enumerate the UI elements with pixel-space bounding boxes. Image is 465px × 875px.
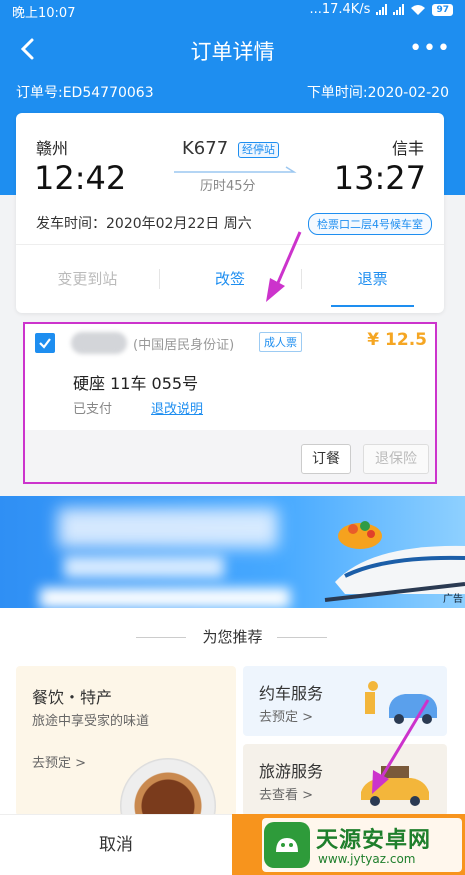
train-number: K677 (182, 138, 229, 159)
divider-right (277, 637, 327, 638)
travel-view-link[interactable]: 去查看 > (259, 784, 313, 803)
check-icon (39, 338, 51, 349)
ticket-card: 赣州 信丰 12:42 13:27 K677 经停站 历时45分 发车时间：20… (16, 113, 444, 313)
signal-icon-2 (393, 4, 405, 15)
status-icons: ...17.4K/s 97 (309, 2, 453, 17)
blurred-text-3 (40, 588, 290, 608)
ticket-type-badge: 成人票 (259, 332, 302, 352)
change-station-button[interactable]: 变更到站 (16, 245, 159, 313)
duration: 历时45分 (200, 179, 256, 194)
blurred-text-2 (64, 556, 224, 578)
passenger-checkbox[interactable] (35, 333, 55, 353)
departure-time: 12:42 (34, 159, 127, 197)
order-meal-button[interactable]: 订餐 (301, 444, 351, 474)
recommend-section: 为您推荐 餐饮・特产 旅途中享受家的味道 去预定 > 约车服务 去预定 > 旅游… (0, 608, 465, 828)
food-book-link[interactable]: 去预定 > (32, 752, 86, 771)
nav-bar: 订单详情 ••• (0, 24, 465, 76)
stops-link[interactable]: 经停站 (238, 142, 279, 158)
page-title: 订单详情 (190, 40, 275, 64)
clock: 晚上10:07 (12, 6, 76, 21)
gate-badge: 检票口二层4号候车室 (308, 213, 432, 235)
payment-status: 已支付 (73, 402, 113, 417)
order-number: 订单号:ED54770063 (16, 85, 154, 101)
car-title: 约车服务 (259, 684, 324, 703)
more-icon[interactable]: ••• (409, 38, 451, 60)
ad-label: 广告 (443, 594, 463, 605)
recommend-title: 为您推荐 (202, 628, 263, 646)
wifi-icon (411, 4, 426, 15)
car-service-card[interactable]: 约车服务 去预定 > (243, 666, 447, 736)
ticket-price: ¥ 12.5 (367, 330, 427, 350)
food-plate-icon (120, 758, 216, 816)
order-date: 下单时间:2020-02-20 (306, 85, 449, 101)
food-title: 餐饮・特产 (32, 688, 113, 707)
id-type: (中国居民身份证) (133, 338, 235, 353)
ad-banner[interactable]: 广告 (0, 496, 465, 608)
order-info: 订单号:ED54770063 下单时间:2020-02-20 (16, 82, 449, 102)
food-service-card[interactable]: 餐饮・特产 旅途中享受家的味道 去预定 > (16, 666, 236, 816)
ticket-actions: 变更到站 改签 退票 (16, 245, 444, 313)
car-book-link[interactable]: 去预定 > (259, 706, 313, 725)
passenger-card: (中国居民身份证) 成人票 ¥ 12.5 硬座 11车 055号 已支付 退改说… (23, 322, 437, 484)
refund-insurance-button[interactable]: 退保险 (363, 444, 429, 474)
passenger-name-blurred (71, 332, 127, 354)
travel-service-card[interactable]: 旅游服务 去查看 > (243, 744, 447, 816)
direction-arrow-icon (174, 166, 297, 173)
signal-icon (376, 4, 388, 15)
network-speed: ...17.4K/s (309, 2, 371, 17)
travel-title: 旅游服务 (259, 762, 324, 781)
departure-datetime: 发车时间：2020年02月22日 周六 (36, 216, 252, 232)
travel-car-icon (361, 766, 429, 806)
watermark-url: www.jytyaz.com (318, 852, 416, 866)
reschedule-button[interactable]: 改签 (158, 245, 302, 313)
to-station: 信丰 (391, 139, 424, 158)
refund-policy-link[interactable]: 退改说明 (151, 398, 203, 417)
android-logo-icon (264, 822, 310, 868)
car-icon (365, 681, 437, 724)
battery-icon: 97 (432, 3, 453, 16)
refund-button[interactable]: 退票 (301, 245, 444, 313)
watermark: 天源安卓网 www.jytyaz.com (262, 818, 462, 872)
seat-info: 硬座 11车 055号 (73, 374, 199, 393)
watermark-title: 天源安卓网 (316, 828, 432, 853)
from-station: 赣州 (36, 139, 69, 158)
status-bar: 晚上10:07 ...17.4K/s 97 (0, 0, 465, 21)
blurred-text (58, 508, 278, 548)
cancel-button[interactable]: 取消 (0, 814, 232, 875)
food-desc: 旅途中享受家的味道 (32, 714, 150, 729)
arrival-time: 13:27 (333, 159, 426, 197)
